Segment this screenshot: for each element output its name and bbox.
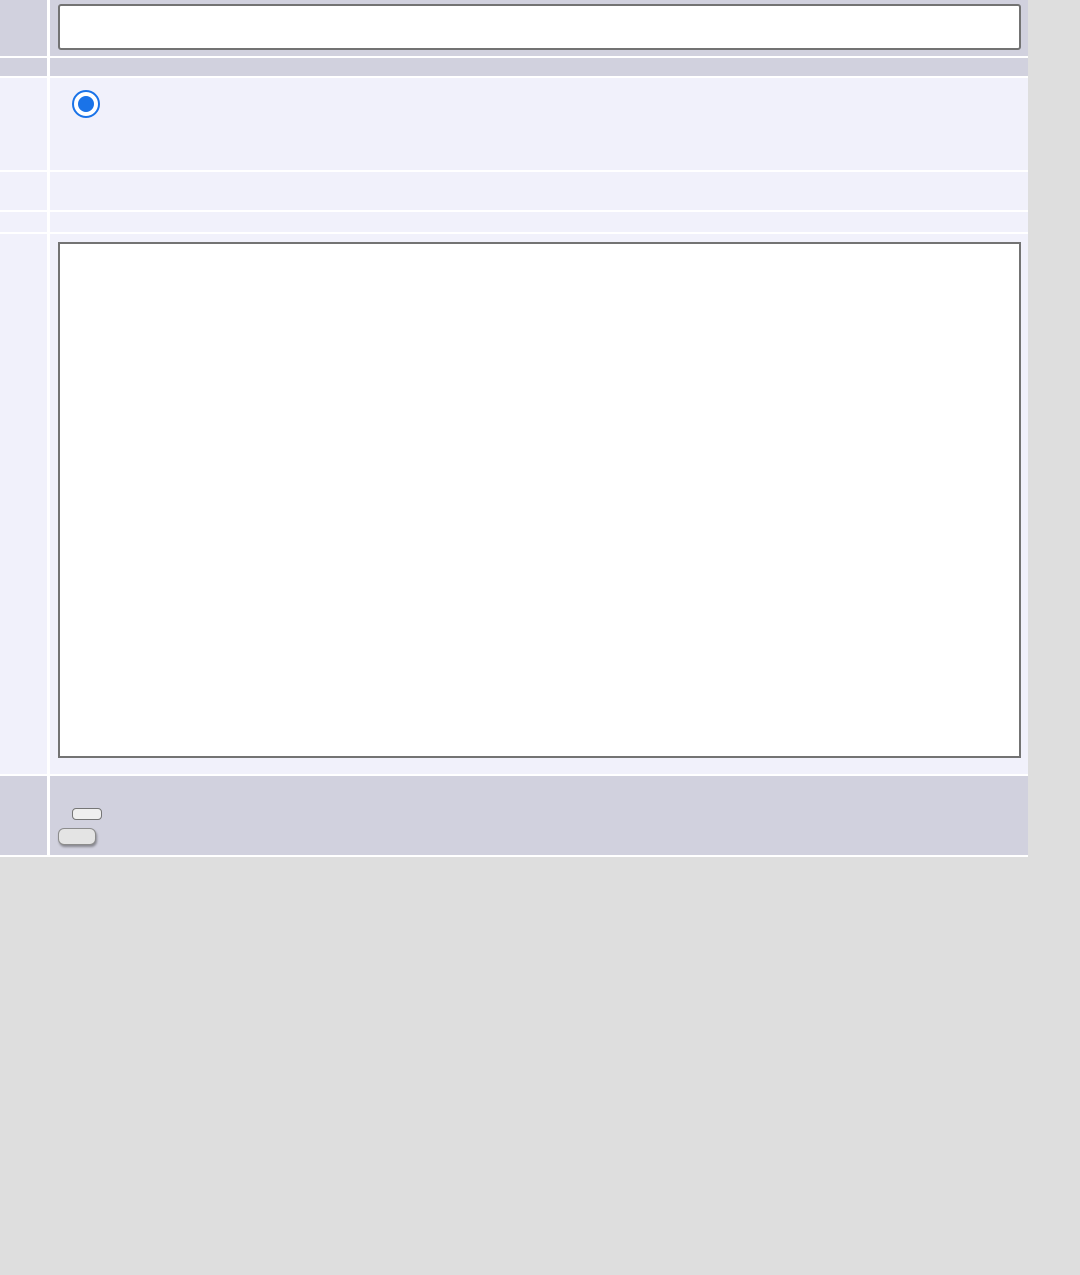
toolbar-field-cell [48, 211, 1028, 234]
create-poll-row [0, 57, 1028, 78]
upload-field-cell [48, 775, 1029, 857]
poll-label-cell [0, 57, 50, 78]
subject-label-cell [0, 0, 50, 58]
emoticon-row [0, 171, 1028, 212]
subject-field-cell [48, 0, 1028, 58]
choose-files-button[interactable] [71, 808, 102, 820]
poll-field-cell [48, 57, 1028, 78]
no-icon-radio[interactable] [71, 90, 100, 118]
message-icon-label-cell [0, 77, 50, 172]
post-reply-page [0, 0, 1080, 1275]
upload-file-button[interactable] [57, 828, 96, 845]
emoticon-field-cell [48, 171, 1028, 212]
message-textarea[interactable] [57, 242, 1021, 758]
message-body-field-cell [48, 233, 1028, 776]
upload-label-cell [0, 775, 50, 857]
format-toolbar-row [0, 211, 1028, 234]
emoticon-label-cell [0, 171, 50, 212]
file-upload-row [0, 775, 1029, 857]
toolbar-label-cell [0, 211, 50, 234]
message-icon-row [0, 77, 1029, 172]
subject-input[interactable] [57, 4, 1021, 50]
message-icon-field-cell [48, 77, 1029, 172]
no-icon-option[interactable] [71, 90, 1029, 118]
subject-row [0, 0, 1028, 58]
max-files-line [58, 808, 1029, 820]
post-form-table [0, 0, 1028, 857]
message-body-row [0, 233, 1028, 776]
message-body-label-cell [0, 233, 50, 776]
